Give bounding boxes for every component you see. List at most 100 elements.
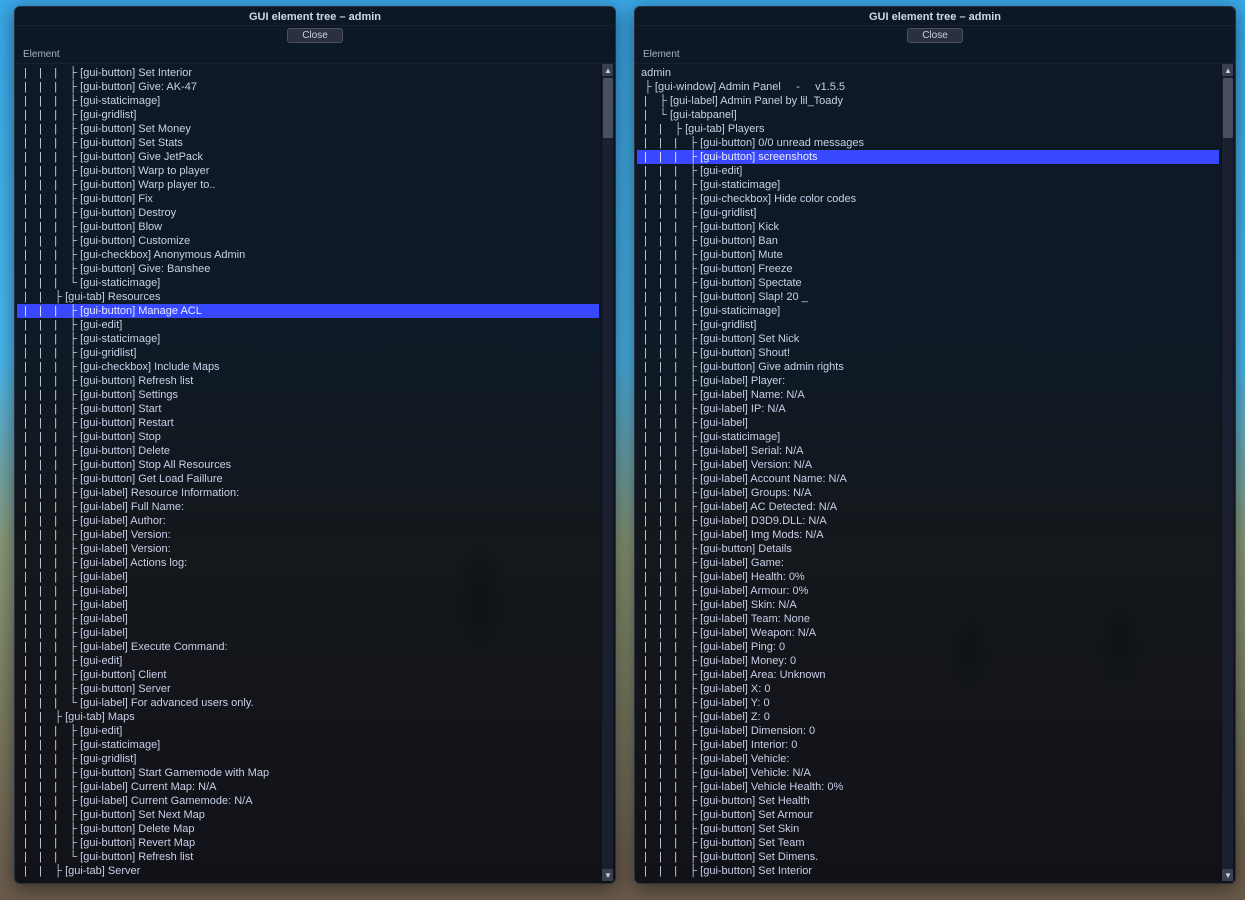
tree-row[interactable]: | | | ├ [gui-button] Delete <box>17 444 599 458</box>
tree-row[interactable]: | | | ├ [gui-label] AC Detected: N/A <box>637 500 1219 514</box>
tree-row[interactable]: | | | ├ [gui-label] Current Map: N/A <box>17 780 599 794</box>
tree-row[interactable]: | | | ├ [gui-button] Give: Banshee <box>17 262 599 276</box>
tree-row[interactable]: | | | ├ [gui-button] Start Gamemode with… <box>17 766 599 780</box>
tree-row[interactable]: | | | ├ [gui-label] Name: N/A <box>637 388 1219 402</box>
tree-row[interactable]: | | | ├ [gui-label] Z: 0 <box>637 710 1219 724</box>
tree-row[interactable]: | | | ├ [gui-label] Vehicle: N/A <box>637 766 1219 780</box>
tree-row[interactable]: | | | ├ [gui-staticimage] <box>637 430 1219 444</box>
tree-row[interactable]: | | | ├ [gui-checkbox] Include Maps <box>17 360 599 374</box>
tree-row[interactable]: | | | ├ [gui-staticimage] <box>637 304 1219 318</box>
tree-row[interactable]: | | | ├ [gui-button] Fix <box>17 192 599 206</box>
tree-row[interactable]: | | | └ [gui-button] Refresh list <box>17 850 599 864</box>
tree-row[interactable]: | | | ├ [gui-button] Delete Map <box>17 822 599 836</box>
tree-row[interactable]: | | | ├ [gui-button] Spectate <box>637 276 1219 290</box>
tree-row[interactable]: | | | ├ [gui-label] Serial: N/A <box>637 444 1219 458</box>
tree-row[interactable]: | | | ├ [gui-checkbox] Hide color codes <box>637 192 1219 206</box>
tree-row[interactable]: | | | ├ [gui-label] <box>17 584 599 598</box>
tree-row[interactable]: | | | ├ [gui-button] Stop <box>17 430 599 444</box>
element-tree-left[interactable]: | | | ├ [gui-button] Set Interior | | | … <box>17 64 599 881</box>
tree-row[interactable]: | | | ├ [gui-button] Set Skin <box>637 822 1219 836</box>
tree-row[interactable]: | | | ├ [gui-label] Author: <box>17 514 599 528</box>
scrollbar[interactable]: ▲ ▼ <box>1221 64 1233 881</box>
tree-row[interactable]: | | | ├ [gui-button] Set Nick <box>637 332 1219 346</box>
tree-row[interactable]: | | | ├ [gui-label] Resource Information… <box>17 486 599 500</box>
tree-row[interactable]: | | | ├ [gui-staticimage] <box>17 332 599 346</box>
tree-row[interactable]: | | | ├ [gui-button] Warp player to.. <box>17 178 599 192</box>
scroll-thumb[interactable] <box>1223 78 1233 138</box>
tree-row[interactable]: | | | ├ [gui-label] Current Gamemode: N/… <box>17 794 599 808</box>
tree-row[interactable]: | | | ├ [gui-label] Actions log: <box>17 556 599 570</box>
scroll-down-icon[interactable]: ▼ <box>1222 869 1233 881</box>
tree-row[interactable]: | | | ├ [gui-label] <box>17 570 599 584</box>
tree-row[interactable]: | | | ├ [gui-button] Set Armour <box>637 808 1219 822</box>
tree-row[interactable]: | | | ├ [gui-gridlist] <box>637 206 1219 220</box>
tree-row[interactable]: | | | ├ [gui-button] Blow <box>17 220 599 234</box>
tree-row[interactable]: admin <box>637 66 1219 80</box>
tree-row[interactable]: | | | ├ [gui-button] Restart <box>17 416 599 430</box>
tree-row[interactable]: | | | ├ [gui-button] Set Team <box>637 836 1219 850</box>
tree-row[interactable]: | └ [gui-tabpanel] <box>637 108 1219 122</box>
tree-row[interactable]: | | | ├ [gui-button] Start <box>17 402 599 416</box>
tree-row[interactable]: | | | ├ [gui-label] Groups: N/A <box>637 486 1219 500</box>
tree-row[interactable]: | | ├ [gui-tab] Server <box>17 864 599 878</box>
tree-row[interactable]: | | | ├ [gui-button] Stop All Resources <box>17 458 599 472</box>
tree-row[interactable]: | | | ├ [gui-button] Set Interior <box>17 66 599 80</box>
tree-row[interactable]: | | | ├ [gui-label] Account Name: N/A <box>637 472 1219 486</box>
tree-row[interactable]: | | | ├ [gui-staticimage] <box>17 738 599 752</box>
tree-row[interactable]: | | | ├ [gui-edit] <box>17 654 599 668</box>
tree-row[interactable]: | | | ├ [gui-button] Mute <box>637 248 1219 262</box>
tree-row[interactable]: | | | ├ [gui-label] Skin: N/A <box>637 598 1219 612</box>
tree-row[interactable]: | | | └ [gui-staticimage] <box>17 276 599 290</box>
tree-row[interactable]: | | | ├ [gui-label] Area: Unknown <box>637 668 1219 682</box>
tree-row[interactable]: | | | ├ [gui-button] Give: AK-47 <box>17 80 599 94</box>
tree-row[interactable]: | | | ├ [gui-button] Set Health <box>637 794 1219 808</box>
tree-row[interactable]: | | | ├ [gui-button] Give JetPack <box>17 150 599 164</box>
tree-row[interactable]: | | | ├ [gui-label] Full Name: <box>17 500 599 514</box>
tree-row[interactable]: | | | ├ [gui-button] Set Money <box>17 122 599 136</box>
tree-row[interactable]: | | | ├ [gui-label] X: 0 <box>637 682 1219 696</box>
tree-row[interactable]: | | | ├ [gui-staticimage] <box>637 178 1219 192</box>
tree-row[interactable]: ├ [gui-window] Admin Panel - v1.5.5 <box>637 80 1219 94</box>
tree-row[interactable]: | | ├ [gui-tab] Maps <box>17 710 599 724</box>
tree-row[interactable]: | | | ├ [gui-button] Warp to player <box>17 164 599 178</box>
tree-row[interactable]: | | ├ [gui-tab] Players <box>637 122 1219 136</box>
tree-row[interactable]: | | | ├ [gui-gridlist] <box>17 752 599 766</box>
tree-row[interactable]: | | | ├ [gui-button] Settings <box>17 388 599 402</box>
tree-row[interactable]: | | | ├ [gui-label] Y: 0 <box>637 696 1219 710</box>
close-button[interactable]: Close <box>907 28 963 43</box>
tree-row[interactable]: | | | ├ [gui-label] <box>17 598 599 612</box>
tree-row[interactable]: | | | ├ [gui-label] Vehicle Health: 0% <box>637 780 1219 794</box>
scrollbar[interactable]: ▲ ▼ <box>601 64 613 881</box>
tree-row[interactable]: | | | ├ [gui-label] Weapon: N/A <box>637 626 1219 640</box>
scroll-up-icon[interactable]: ▲ <box>1222 64 1233 76</box>
tree-row[interactable]: | | | ├ [gui-button] Refresh list <box>17 374 599 388</box>
tree-row[interactable]: | | | ├ [gui-label] Execute Command: <box>17 640 599 654</box>
tree-row[interactable]: | | | ├ [gui-button] Get Load Faillure <box>17 472 599 486</box>
tree-row[interactable]: | | | ├ [gui-button] Set Next Map <box>17 808 599 822</box>
tree-row[interactable]: | | | ├ [gui-gridlist] <box>637 318 1219 332</box>
tree-row[interactable]: | | | ├ [gui-button] screenshots <box>637 150 1219 164</box>
tree-row[interactable]: | | | ├ [gui-button] Client <box>17 668 599 682</box>
tree-row[interactable]: | | | ├ [gui-button] Revert Map <box>17 836 599 850</box>
tree-row[interactable]: | | | ├ [gui-label] D3D9.DLL: N/A <box>637 514 1219 528</box>
scroll-up-icon[interactable]: ▲ <box>602 64 613 76</box>
tree-row[interactable]: | | | ├ [gui-checkbox] Anonymous Admin <box>17 248 599 262</box>
close-button[interactable]: Close <box>287 28 343 43</box>
scroll-down-icon[interactable]: ▼ <box>602 869 613 881</box>
tree-row[interactable]: | | | ├ [gui-staticimage] <box>17 94 599 108</box>
tree-row[interactable]: | | | ├ [gui-label] Player: <box>637 374 1219 388</box>
tree-row[interactable]: | | | ├ [gui-label] Health: 0% <box>637 570 1219 584</box>
tree-row[interactable]: | | | ├ [gui-button] Ban <box>637 234 1219 248</box>
element-tree-right[interactable]: admin ├ [gui-window] Admin Panel - v1.5.… <box>637 64 1219 881</box>
tree-row[interactable]: | | | ├ [gui-button] Shout! <box>637 346 1219 360</box>
tree-row[interactable]: | | | ├ [gui-button] Freeze <box>637 262 1219 276</box>
tree-row[interactable]: | | | ├ [gui-edit] <box>17 724 599 738</box>
tree-row[interactable]: | | | ├ [gui-button] Set Interior <box>637 864 1219 878</box>
tree-row[interactable]: | | | ├ [gui-label] Ping: 0 <box>637 640 1219 654</box>
tree-row[interactable]: | | | ├ [gui-button] Give admin rights <box>637 360 1219 374</box>
tree-row[interactable]: | | | ├ [gui-button] Set Stats <box>17 136 599 150</box>
tree-row[interactable]: | | | ├ [gui-button] Kick <box>637 220 1219 234</box>
tree-row[interactable]: | | | └ [gui-label] For advanced users o… <box>17 696 599 710</box>
tree-row[interactable]: | | | ├ [gui-label] Version: <box>17 528 599 542</box>
tree-row[interactable]: | | | ├ [gui-label] Dimension: 0 <box>637 724 1219 738</box>
